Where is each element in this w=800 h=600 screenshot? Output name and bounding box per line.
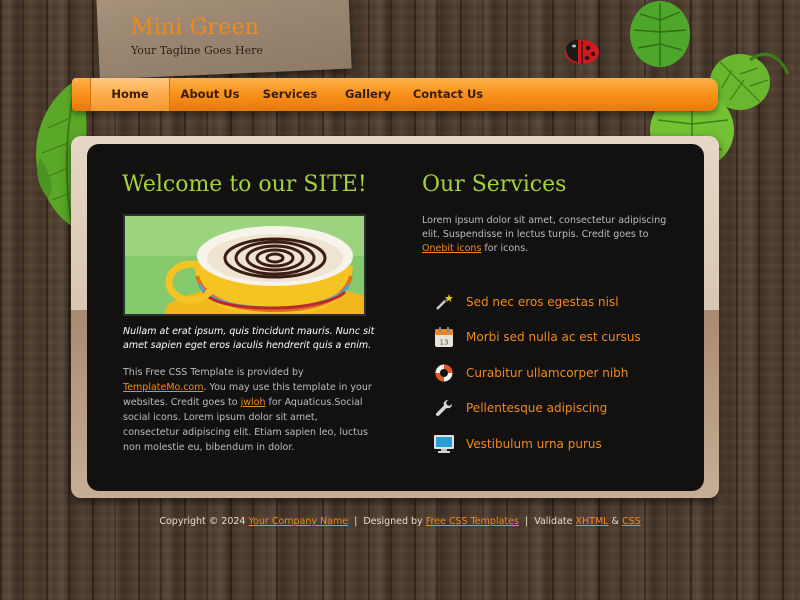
main-navigation: Home About Us Services Gallery Contact U… [72, 78, 718, 111]
service-item: Pellentesque adipiscing [433, 391, 693, 427]
nav-services[interactable]: Services [250, 78, 330, 111]
footer-ampersand: & [611, 516, 619, 527]
free-css-templates-link[interactable]: Free CSS Templates [426, 516, 519, 527]
service-label: Vestibulum urna purus [466, 436, 602, 451]
welcome-caption: Nullam at erat ipsum, quis tincidunt mau… [123, 326, 375, 351]
templatemo-link[interactable]: TemplateMo.com [123, 382, 204, 393]
services-intro-text-1: Lorem ipsum dolor sit amet, consectetur … [422, 215, 667, 240]
welcome-body-text-1: This Free CSS Template is provided by [123, 367, 304, 378]
jwloh-link[interactable]: jwloh [241, 397, 266, 408]
lifebuoy-icon [433, 362, 455, 384]
nav-home[interactable]: Home [90, 78, 170, 111]
service-label: Curabitur ullamcorper nibh [466, 365, 629, 380]
company-name-link[interactable]: Your Company Name [249, 516, 349, 527]
nav-gallery[interactable]: Gallery [330, 78, 406, 111]
service-label: Sed nec eros egestas nisl [466, 294, 619, 309]
services-list: Sed nec eros egestas nisl 13 Morbi sed n… [433, 284, 693, 462]
services-intro-text-2: for icons. [481, 243, 529, 254]
footer-designed-by: Designed by [363, 516, 423, 527]
service-item: Vestibulum urna purus [433, 426, 693, 462]
xhtml-link[interactable]: XHTML [576, 516, 609, 527]
css-link[interactable]: CSS [622, 516, 641, 527]
wrench-icon [433, 397, 455, 419]
welcome-heading: Welcome to our SITE! [122, 172, 367, 197]
service-item: 13 Morbi sed nulla ac est cursus [433, 320, 693, 356]
service-label: Morbi sed nulla ac est cursus [466, 330, 641, 345]
service-item: Sed nec eros egestas nisl [433, 284, 693, 320]
service-item: Curabitur ullamcorper nibh [433, 355, 693, 391]
onebit-icons-link[interactable]: Onebit icons [422, 243, 481, 254]
svg-text:13: 13 [440, 339, 449, 347]
ladybug-icon [565, 39, 599, 64]
footer-separator: | [524, 516, 529, 527]
footer-validate: Validate [534, 516, 573, 527]
calendar-icon: 13 [433, 326, 455, 348]
nav-about-us[interactable]: About Us [170, 78, 250, 111]
services-heading: Our Services [422, 172, 567, 197]
service-label: Pellentesque adipiscing [466, 401, 608, 416]
welcome-body: This Free CSS Template is provided by Te… [123, 365, 373, 455]
monitor-icon [433, 433, 455, 455]
site-tagline: Your Tagline Goes Here [131, 44, 263, 57]
footer-copyright: Copyright © 2024 [159, 516, 246, 527]
magic-wand-icon [433, 291, 455, 313]
footer-separator: | [354, 516, 358, 527]
services-intro: Lorem ipsum dolor sit amet, consectetur … [422, 214, 672, 256]
coffee-cup-image [123, 214, 366, 316]
site-title[interactable]: Mini Green [131, 15, 259, 40]
nav-contact-us[interactable]: Contact Us [406, 78, 490, 111]
footer: Copyright © 2024 Your Company Name | Des… [0, 516, 800, 527]
